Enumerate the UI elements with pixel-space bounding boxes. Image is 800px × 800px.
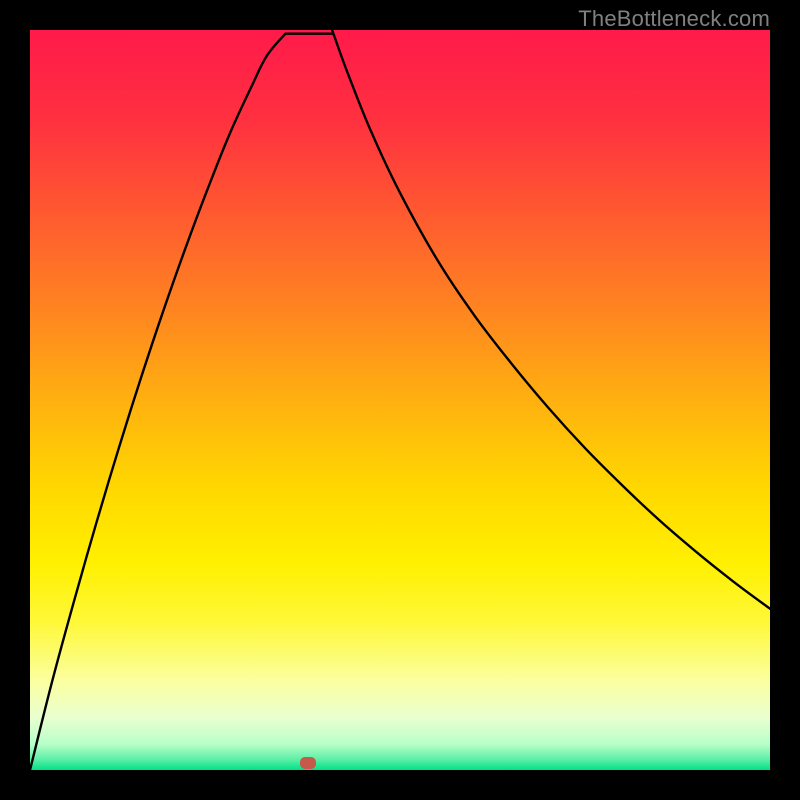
chart-svg xyxy=(30,30,770,770)
watermark-text: TheBottleneck.com xyxy=(578,6,770,32)
chart-frame: TheBottleneck.com xyxy=(0,0,800,800)
optimum-marker xyxy=(300,757,316,769)
plot-area xyxy=(30,30,770,770)
gradient-background xyxy=(30,30,770,770)
